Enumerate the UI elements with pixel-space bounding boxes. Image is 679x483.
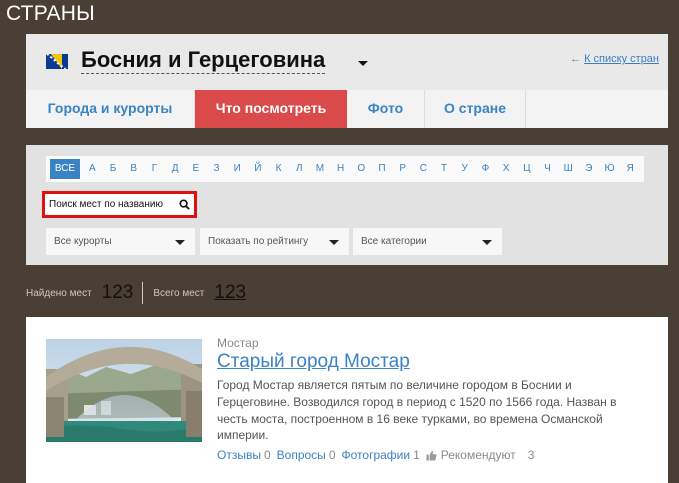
- reviews-link[interactable]: Отзывы: [217, 448, 261, 462]
- rating-select[interactable]: Показать по рейтингу: [200, 228, 349, 255]
- rating-select-value: Показать по рейтингу: [208, 236, 309, 247]
- letter-filter[interactable]: И: [227, 156, 248, 182]
- letter-filter[interactable]: Ю: [599, 156, 620, 182]
- letter-filter[interactable]: З: [206, 156, 227, 182]
- letter-filter[interactable]: Д: [165, 156, 186, 182]
- search-icon[interactable]: [179, 199, 190, 210]
- reviews-count: 0: [263, 448, 271, 462]
- category-select-value: Все категории: [361, 236, 427, 247]
- filter-panel: ВСЕ АБВГДЕЗИЙКЛМНОПРСТУФХЦЧШЭЮЯ Все куро…: [26, 145, 668, 265]
- category-select[interactable]: Все категории: [353, 228, 502, 255]
- questions-link[interactable]: Вопросы: [277, 448, 326, 462]
- letter-filter[interactable]: Й: [248, 156, 269, 182]
- tab-about[interactable]: О стране: [425, 90, 526, 128]
- letter-all[interactable]: ВСЕ: [50, 159, 80, 179]
- chevron-down-icon: [482, 240, 492, 245]
- chevron-down-icon[interactable]: [358, 61, 368, 66]
- thumbs-up-icon[interactable]: [426, 450, 437, 461]
- country-header: ★★★★★★ Босния и Герцеговина ← К списку с…: [26, 34, 668, 90]
- total-value-link[interactable]: 123: [214, 282, 246, 304]
- letter-filter[interactable]: Н: [330, 156, 351, 182]
- resort-select[interactable]: Все курорты: [46, 228, 195, 255]
- letter-filter[interactable]: О: [351, 156, 372, 182]
- letter-filter[interactable]: Ш: [558, 156, 579, 182]
- letter-filter[interactable]: Ч: [537, 156, 558, 182]
- chevron-down-icon: [175, 240, 185, 245]
- tab-cities[interactable]: Города и курорты: [26, 90, 195, 128]
- letter-filter[interactable]: У: [454, 156, 475, 182]
- place-title-link[interactable]: Старый город Мостар: [217, 351, 410, 373]
- arrow-left-icon: ←: [570, 53, 582, 65]
- letter-filter[interactable]: Е: [185, 156, 206, 182]
- letter-filter[interactable]: Я: [620, 156, 641, 182]
- back-to-countries-link[interactable]: ← К списку стран: [570, 53, 659, 65]
- recommend-label: Рекомендуют: [440, 448, 516, 462]
- section-tabs: Города и курорты Что посмотреть Фото О с…: [26, 90, 668, 128]
- letter-filter[interactable]: Р: [392, 156, 413, 182]
- back-link-label: К списку стран: [584, 53, 659, 65]
- letter-filter[interactable]: Х: [496, 156, 517, 182]
- found-label: Найдено мест: [26, 287, 92, 299]
- place-card: Мостар Старый город Мостар Город Мостар …: [26, 317, 668, 483]
- resort-select-value: Все курорты: [54, 236, 112, 247]
- letter-filter[interactable]: Ф: [475, 156, 496, 182]
- found-value: 123: [101, 282, 134, 303]
- letter-filter[interactable]: А: [82, 156, 103, 182]
- bosnia-flag-icon: ★★★★★★: [46, 54, 68, 69]
- tab-sights[interactable]: Что посмотреть: [195, 90, 347, 128]
- letter-filter[interactable]: Б: [103, 156, 124, 182]
- letter-filter[interactable]: Т: [434, 156, 455, 182]
- letter-filter[interactable]: М: [310, 156, 331, 182]
- photos-count: 1: [413, 448, 420, 462]
- place-description: Город Мостар является пятым по величине …: [217, 378, 617, 443]
- total-label: Всего мест: [153, 287, 205, 299]
- place-region[interactable]: Мостар: [217, 336, 259, 350]
- letter-filter[interactable]: Г: [144, 156, 165, 182]
- letter-filter[interactable]: К: [268, 156, 289, 182]
- chevron-down-icon: [329, 240, 339, 245]
- photos-link[interactable]: Фотографии: [342, 448, 411, 462]
- alphabet-filter: ВСЕ АБВГДЕЗИЙКЛМНОПРСТУФХЦЧШЭЮЯ: [46, 156, 644, 182]
- recommend-count: 3: [527, 448, 535, 462]
- letter-filter[interactable]: Э: [579, 156, 600, 182]
- letter-filter[interactable]: П: [372, 156, 393, 182]
- search-input[interactable]: [45, 194, 175, 215]
- place-counts: Найдено мест 123 Всего мест 123: [26, 279, 246, 307]
- country-selector[interactable]: Босния и Герцеговина: [81, 47, 326, 74]
- page-title: СТРАНЫ: [6, 2, 95, 25]
- divider: [142, 282, 144, 304]
- search-box: [42, 191, 197, 218]
- place-photo[interactable]: [46, 339, 202, 442]
- letter-filter[interactable]: Л: [289, 156, 310, 182]
- place-stats: Отзывы 0 Вопросы 0 Фотографии 1 Рекоменд…: [217, 448, 540, 462]
- letter-filter[interactable]: С: [413, 156, 434, 182]
- letter-filter[interactable]: В: [123, 156, 144, 182]
- tab-photo[interactable]: Фото: [347, 90, 425, 128]
- letter-filter[interactable]: Ц: [516, 156, 537, 182]
- questions-count: 0: [328, 448, 336, 462]
